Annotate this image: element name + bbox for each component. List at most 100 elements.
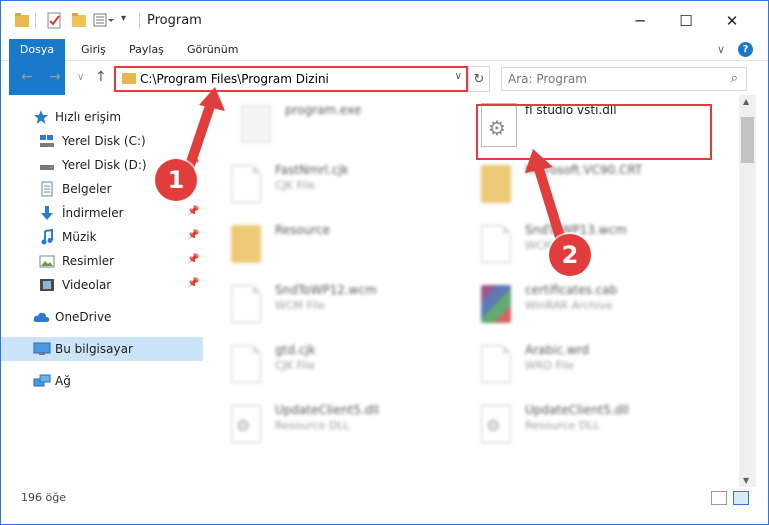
file-type: CJK File (275, 359, 316, 372)
folder-icon[interactable] (15, 11, 29, 31)
folder-icon (481, 165, 511, 203)
back-button[interactable]: ← (21, 69, 33, 85)
file-item[interactable]: ⚙ UpdateClient5.dll Resource DLL (465, 399, 715, 455)
sidebar-item-network[interactable]: Ağ (1, 369, 203, 393)
file-name: UpdateClient5.dll (275, 403, 379, 417)
dll-file-icon: ⚙ (481, 405, 511, 443)
sidebar-item-this-pc[interactable]: Bu bilgisayar (1, 337, 203, 361)
folder-icon (231, 225, 261, 263)
download-icon (39, 205, 55, 221)
search-box[interactable]: ⌕ (501, 67, 747, 91)
sidebar-item-music[interactable]: Müzik 📌 (1, 225, 203, 249)
file-item[interactable]: Resource (215, 219, 465, 275)
file-name: Resource (275, 223, 331, 237)
sidebar-item-videos[interactable]: Videolar 📌 (1, 273, 203, 297)
sidebar-item-label: Bu bilgisayar (55, 342, 133, 356)
close-button[interactable]: ✕ (709, 7, 755, 35)
dll-file-icon: ⚙ (231, 405, 261, 443)
file-item[interactable]: FastNmrl.cjk CJK File (215, 159, 465, 215)
tab-view[interactable]: Görünüm (187, 39, 238, 61)
sidebar-item-label: Yerel Disk (D:) (62, 158, 147, 172)
file-name: certificates.cab (525, 283, 618, 297)
sidebar-item-onedrive[interactable]: OneDrive (1, 305, 203, 329)
file-item[interactable]: Microsoft.VC90.CRT (465, 159, 715, 215)
pin-icon: 📌 (187, 230, 200, 241)
pin-icon: 📌 (187, 278, 200, 289)
minimize-button[interactable]: ─ (617, 7, 663, 35)
file-icon (231, 165, 261, 203)
vertical-scrollbar[interactable]: ▲ ▼ (739, 95, 756, 487)
customize-icon[interactable] (93, 11, 115, 31)
navigation-pane: Hızlı erişim Yerel Disk (C:) Yerel Disk … (1, 99, 203, 459)
address-path[interactable]: C:\Program Files\Program Dizini (140, 72, 329, 86)
new-folder-icon[interactable] (71, 11, 87, 31)
separator (139, 13, 140, 29)
scroll-down-icon[interactable]: ▼ (743, 476, 749, 485)
sidebar-item-label: OneDrive (55, 310, 112, 324)
scroll-up-icon[interactable]: ▲ (743, 97, 749, 106)
scroll-thumb[interactable] (741, 117, 754, 163)
gear-icon: ⚙ (486, 416, 501, 435)
search-icon[interactable]: ⌕ (731, 71, 738, 86)
window-title: Program (147, 13, 202, 28)
quick-access-dropdown-icon[interactable]: ▾ (121, 13, 133, 33)
file-type: WCM File (275, 299, 325, 312)
network-icon (33, 373, 51, 389)
file-type: WinRAR Archive (525, 299, 613, 312)
address-bar[interactable]: C:\Program Files\Program Dizini ∨ (114, 66, 468, 92)
status-bar: 196 öğe (1, 487, 768, 509)
sidebar-item-quick-access[interactable]: Hızlı erişim (1, 105, 203, 129)
gear-icon: ⚙ (236, 416, 251, 435)
maximize-button[interactable]: ☐ (663, 7, 709, 35)
file-item[interactable]: gtd.cjk CJK File (215, 339, 465, 395)
tab-home[interactable]: Giriş (81, 39, 106, 61)
computer-icon (33, 341, 51, 357)
ribbon-tabs: Dosya Giriş Paylaş Görünüm ∨ ? (1, 39, 768, 95)
sidebar-item-label: Videolar (62, 278, 112, 292)
sidebar-item-label: Resimler (62, 254, 115, 268)
file-item[interactable]: Arabic.wrd WRD File (465, 339, 715, 395)
separator (35, 13, 36, 29)
file-type: CJK File (275, 179, 316, 192)
sidebar-item-label: Belgeler (62, 182, 112, 196)
file-name: Microsoft.VC90.CRT (525, 163, 643, 177)
disk-icon (39, 157, 55, 173)
refresh-button[interactable]: ↻ (468, 66, 490, 92)
sidebar-item-label: Hızlı erişim (55, 110, 122, 124)
sidebar-item-local-disk-c[interactable]: Yerel Disk (C:) (1, 129, 203, 153)
file-item[interactable]: SndToWP12.wcm WCM File (215, 279, 465, 335)
search-input[interactable] (508, 71, 708, 87)
ribbon-collapse-icon[interactable]: ∨ (717, 39, 725, 61)
navigation-bar: ← → ∨ ↑ C:\Program Files\Program Dizini … (1, 63, 768, 95)
details-view-icon[interactable] (711, 491, 727, 505)
sidebar-item-label: İndirmeler (62, 206, 124, 220)
large-icons-view-icon[interactable] (733, 491, 749, 505)
file-item[interactable]: SndToWP13.wcm WCM File (465, 219, 715, 275)
sidebar-item-downloads[interactable]: İndirmeler 📌 (1, 201, 203, 225)
file-item[interactable]: certificates.cab WinRAR Archive (465, 279, 715, 335)
sidebar-item-label: Ağ (55, 374, 71, 388)
sidebar-item-label: Müzik (62, 230, 97, 244)
file-name: Arabic.wrd (525, 343, 590, 357)
tab-share[interactable]: Paylaş (129, 39, 164, 61)
disk-windows-icon (39, 133, 55, 149)
forward-button[interactable]: → (49, 69, 61, 85)
properties-icon[interactable] (47, 11, 63, 31)
sidebar-item-pictures[interactable]: Resimler 📌 (1, 249, 203, 273)
application-icon (241, 105, 271, 143)
help-icon[interactable]: ? (738, 42, 753, 57)
file-name: SndToWP12.wcm (275, 283, 377, 297)
recent-locations-dropdown[interactable]: ∨ (77, 72, 84, 83)
star-icon (33, 109, 49, 125)
documents-icon (39, 181, 55, 197)
file-icon (481, 345, 511, 383)
target-file-highlight (476, 104, 712, 160)
cloud-icon (33, 309, 50, 325)
up-button[interactable]: ↑ (95, 69, 107, 85)
file-name: gtd.cjk (275, 343, 316, 357)
file-item[interactable]: program.exe (225, 99, 475, 155)
file-item[interactable]: ⚙ UpdateClient5.dll Resource DLL (215, 399, 465, 455)
address-dropdown-icon[interactable]: ∨ (455, 71, 462, 82)
title-bar: ▾ Program ─ ☐ ✕ (1, 1, 768, 41)
pin-icon: 📌 (187, 254, 200, 265)
